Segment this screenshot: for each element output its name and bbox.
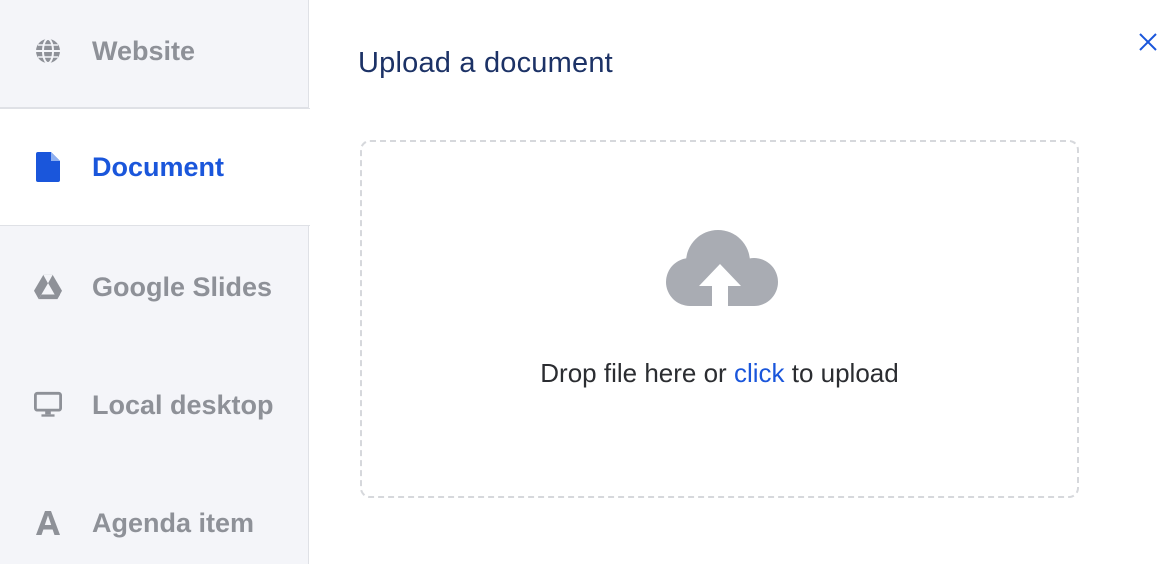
sidebar-item-local-desktop[interactable]: Local desktop bbox=[0, 346, 309, 464]
sidebar-item-label: Google Slides bbox=[92, 271, 273, 302]
globe-icon bbox=[34, 37, 62, 65]
sidebar-item-label: Agenda item bbox=[92, 507, 255, 538]
sidebar-item-agenda-item[interactable]: Agenda item bbox=[0, 464, 309, 564]
document-icon bbox=[34, 152, 62, 182]
page-title: Upload a document bbox=[358, 47, 613, 79]
sidebar-item-document[interactable]: Document bbox=[0, 108, 310, 226]
upload-link[interactable]: click bbox=[734, 358, 785, 388]
sidebar-item-label: Document bbox=[92, 151, 225, 182]
file-dropzone[interactable]: Drop file here or click to upload bbox=[360, 140, 1079, 498]
dropzone-text-before: Drop file here or bbox=[540, 358, 734, 388]
monitor-icon bbox=[34, 391, 62, 419]
sidebar-item-label: Local desktop bbox=[92, 389, 274, 420]
cloud-upload-icon bbox=[660, 228, 780, 320]
sidebar-item-website[interactable]: Website bbox=[0, 0, 309, 110]
upload-panel: Upload a document Drop file here or clic… bbox=[310, 0, 1172, 564]
letter-a-icon bbox=[34, 509, 62, 537]
sidebar: Website Document Google Slides Local des… bbox=[0, 0, 310, 564]
sidebar-item-label: Website bbox=[92, 35, 196, 66]
sidebar-item-google-slides[interactable]: Google Slides bbox=[0, 228, 309, 346]
close-icon[interactable] bbox=[1136, 30, 1160, 54]
dropzone-text: Drop file here or click to upload bbox=[362, 358, 1077, 389]
dropzone-text-after: to upload bbox=[784, 358, 899, 388]
google-drive-icon bbox=[34, 273, 62, 301]
